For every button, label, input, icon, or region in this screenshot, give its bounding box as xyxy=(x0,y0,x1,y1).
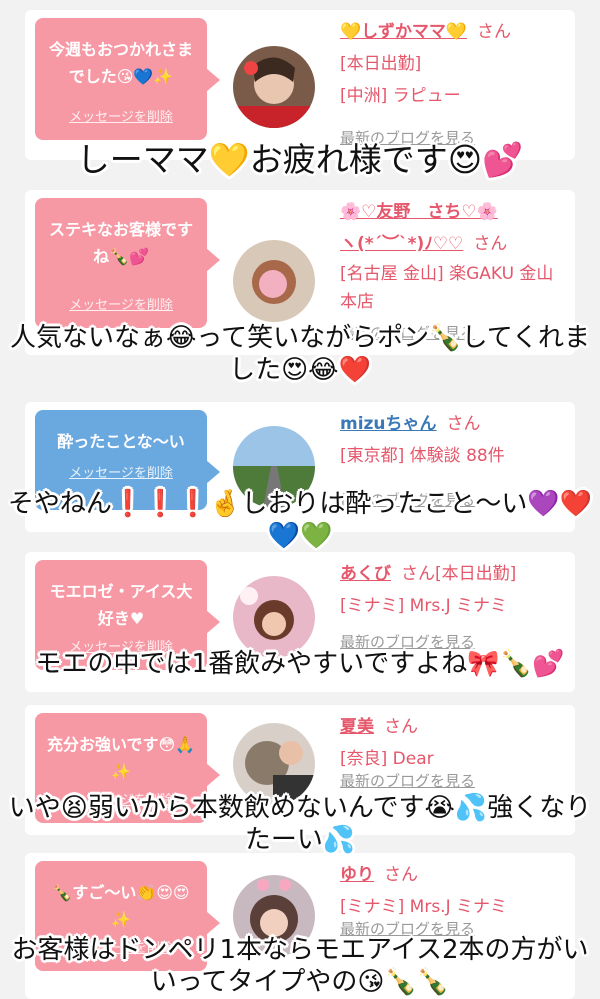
honorific: さん[本日出勤] xyxy=(401,564,517,584)
delete-message-link[interactable]: メッセージを削除 xyxy=(35,466,207,482)
user-name-link[interactable]: mizuちゃん xyxy=(340,414,437,434)
honorific: さん xyxy=(384,865,418,885)
honorific: さん xyxy=(473,234,508,254)
avatar[interactable] xyxy=(233,240,315,322)
honorific: さん xyxy=(477,22,511,42)
message-text: モエロゼ・アイス大好き♥ xyxy=(49,582,193,628)
user-meta: [中洲] ラピュー xyxy=(340,86,461,106)
avatar[interactable] xyxy=(233,576,315,658)
user-name-link[interactable]: 💛しずかママ💛 xyxy=(340,22,467,42)
user-name-link[interactable]: あくび xyxy=(340,564,391,584)
blog-link[interactable]: 最新のブログを見る xyxy=(340,770,475,791)
message-bubble: ステキなお客様ですね🍾💕 メッセージを削除 xyxy=(35,198,220,328)
user-name-link[interactable]: ゆり xyxy=(340,865,374,885)
user-name-link-2[interactable]: ヽ(*´︶`*)ﾉ♡♡ xyxy=(340,234,463,254)
user-name-link[interactable]: 🌸♡友野 さち♡🌸 xyxy=(340,202,498,222)
user-meta: [東京都] 体験談 88件 xyxy=(340,446,505,466)
caption-overlay: 人気ないなぁ😂って笑いながらポン🍾してくれました😍😂❤️ xyxy=(10,323,590,385)
message-text: 酔ったことな〜い xyxy=(57,432,185,451)
message-text: 充分お強いです😳🙏✨ xyxy=(46,735,196,781)
delete-message-link[interactable]: メッセージを削除 xyxy=(35,110,207,126)
caption-overlay: しーママ💛お疲れ様です😍💕 xyxy=(76,140,524,179)
caption-overlay: いや😫弱いから本数飲めないんです😭💦強くなりたーい💦 xyxy=(8,793,592,855)
message-bubble: 今週もおつかれさまでした😘💙✨ メッセージを削除 xyxy=(35,18,220,140)
message-card: 今週もおつかれさまでした😘💙✨ メッセージを削除 💛しずかママ💛 さん [本日出勤… xyxy=(25,10,575,160)
caption-overlay: そやねん❗️❗️❗️🤞しおりは酔ったこと〜い💜❤️💙💚 xyxy=(7,489,593,551)
message-text: ステキなお客様ですね🍾💕 xyxy=(48,220,193,266)
honorific: さん xyxy=(384,717,418,737)
honorific: さん xyxy=(446,414,481,434)
avatar[interactable] xyxy=(233,46,315,128)
user-meta: [本日出勤] xyxy=(340,54,422,74)
user-meta: [ミナミ] Mrs.J ミナミ xyxy=(340,596,508,616)
caption-overlay: モエの中では1番飲みやすいですよね🎀🍾💕 xyxy=(35,649,565,679)
user-meta: [名古屋 金山] 楽GAKU 金山本店 xyxy=(340,264,554,312)
user-name-link[interactable]: 夏美 xyxy=(340,717,374,737)
delete-message-link[interactable]: メッセージを削除 xyxy=(35,298,207,314)
message-text: 今週もおつかれさまでした😘💙✨ xyxy=(48,40,193,86)
message-text: 🍾すご〜い👏😍😍✨ xyxy=(52,883,190,929)
caption-overlay: お客様はドンペリ1本ならモエアイス2本の方がいいってタイプやの😘🍾🍾 xyxy=(11,935,589,997)
